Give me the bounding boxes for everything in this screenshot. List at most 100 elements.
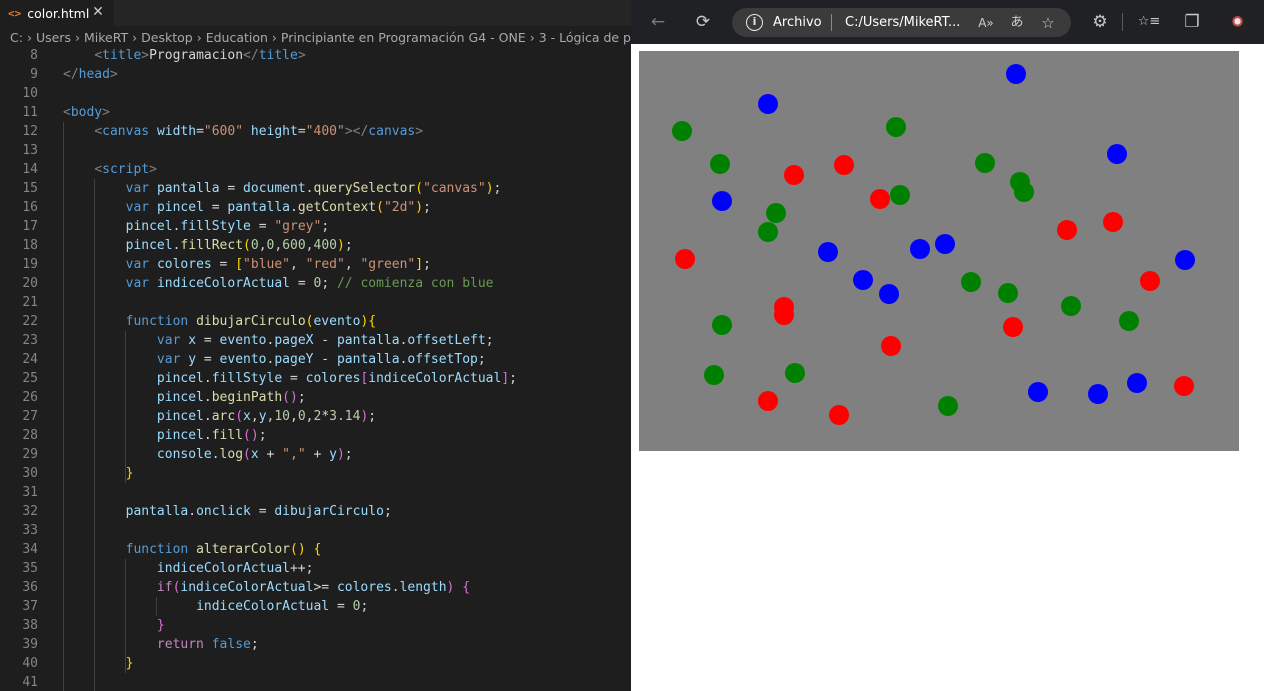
code-token: pincel <box>156 200 204 215</box>
collections-icon[interactable]: ❐ <box>1179 9 1205 35</box>
breadcrumb-item[interactable]: Education <box>206 30 268 45</box>
circle-green <box>766 203 786 223</box>
circle-blue <box>910 239 930 259</box>
code-token: < <box>63 105 71 120</box>
code-token: ) <box>336 447 345 462</box>
breadcrumb-item[interactable]: Principiante en Programación G4 - ONE <box>281 30 526 45</box>
circle-red <box>829 405 849 425</box>
breadcrumb-item[interactable]: Desktop <box>141 30 193 45</box>
code-token: ( <box>235 409 244 424</box>
drawing-canvas[interactable] <box>639 51 1239 451</box>
code-text: console.log(x + "," + y); <box>63 445 353 464</box>
code-text: pincel.fillStyle = "grey"; <box>63 217 330 236</box>
code-text: var indiceColorActual = 0; // comienza c… <box>63 274 494 293</box>
tab-color-html[interactable]: <> color.html ✕ <box>0 0 114 26</box>
code-text: <script> <box>63 160 157 179</box>
circle-red <box>881 336 901 356</box>
translate-icon[interactable]: あ <box>1007 13 1027 33</box>
code-token: pantalla <box>125 504 189 519</box>
code-token: "blue" <box>243 257 291 272</box>
code-token: ; <box>258 428 267 443</box>
code-token: "grey" <box>274 219 322 234</box>
circle-red <box>1003 317 1023 337</box>
code-line[interactable]: 10 <box>0 84 631 103</box>
code-token: = <box>282 371 306 386</box>
code-token: document <box>243 181 306 196</box>
code-token: "600" <box>203 124 244 139</box>
code-token: canvas <box>368 124 416 139</box>
tab-title: color.html <box>27 5 90 21</box>
code-token: () <box>243 428 259 443</box>
line-number: 37 <box>22 599 38 614</box>
code-line[interactable]: 12 <canvas width="600" height="400"></ca… <box>0 122 631 141</box>
code-token: indiceColorActual <box>156 561 290 576</box>
code-token: 0 <box>297 409 306 424</box>
circle-red <box>774 305 794 325</box>
code-token: title <box>102 48 142 63</box>
code-token: pantalla <box>336 333 400 348</box>
code-text: } <box>63 654 134 673</box>
code-token: . <box>203 428 212 443</box>
address-bar[interactable]: i Archivo C:/Users/MikeRT... A» あ ☆ <box>732 8 1071 37</box>
code-token: pincel <box>156 371 204 386</box>
code-token: 0 <box>250 238 259 253</box>
code-line[interactable]: 13 <box>0 141 631 160</box>
code-token: var <box>156 333 181 348</box>
url-text[interactable]: C:/Users/MikeRT... <box>845 15 960 30</box>
breadcrumb-item[interactable]: 3 - Lógica de progr <box>539 30 631 45</box>
line-number: 29 <box>22 447 38 462</box>
back-icon[interactable]: ← <box>645 9 671 35</box>
favorites-icon[interactable]: ☆≡ <box>1134 9 1164 35</box>
breadcrumb-item[interactable]: Users <box>36 30 71 45</box>
code-token: "400" <box>305 124 345 139</box>
close-icon[interactable]: ✕ <box>90 4 106 20</box>
code-line[interactable]: 8 <title>Programacion</title> <box>0 46 631 65</box>
circle-blue <box>1088 384 1108 404</box>
code-line[interactable]: 11 <body> <box>0 103 631 122</box>
circle-red <box>1140 271 1160 291</box>
code-text: pantalla.onclick = dibujarCirculo; <box>63 502 392 521</box>
code-token: 10 <box>274 409 290 424</box>
code-token: ; <box>344 447 353 462</box>
add-favorite-icon[interactable]: ☆ <box>1038 13 1058 33</box>
profile-avatar[interactable] <box>1226 11 1249 34</box>
info-icon[interactable]: i <box>746 14 763 31</box>
code-text: indiceColorActual = 0; <box>63 597 368 616</box>
circle-green <box>975 153 995 173</box>
code-area[interactable]: 8 <title>Programacion</title> 9 </head> 10 1… <box>0 46 631 691</box>
line-number: 34 <box>22 542 38 557</box>
code-editor: <> color.html ✕ C: › Users › MikeRT › Desktop ›… <box>0 0 631 691</box>
read-aloud-icon[interactable]: A» <box>976 13 996 33</box>
code-token: < <box>94 162 103 177</box>
code-token: pantalla <box>227 200 291 215</box>
browser-window: ← ⟳ i Archivo C:/Users/MikeRT... A» あ ☆ … <box>631 0 1264 691</box>
code-line[interactable]: 9 </head> <box>0 65 631 84</box>
refresh-icon[interactable]: ⟳ <box>690 9 716 35</box>
html-file-icon: <> <box>8 6 22 20</box>
breadcrumb-item[interactable]: C: <box>10 30 23 45</box>
code-line[interactable]: 14 <script> <box>0 160 631 179</box>
line-number: 24 <box>22 352 38 367</box>
code-token: < <box>94 124 103 139</box>
code-token: y <box>329 447 337 462</box>
code-token: width <box>156 124 197 139</box>
code-text: var y = evento.pageY - pantalla.offsetTo… <box>63 350 486 369</box>
circle-red <box>870 189 890 209</box>
extensions-icon[interactable]: ⚙ <box>1087 9 1113 35</box>
code-token: + <box>258 447 283 462</box>
code-token: dibujarCirculo <box>274 504 384 519</box>
breadcrumb-separator: › <box>26 29 32 45</box>
indent-guide <box>63 122 64 691</box>
canvas-svg[interactable] <box>639 51 1239 451</box>
code-token: colores <box>305 371 361 386</box>
code-token: ( <box>415 181 424 196</box>
code-token: } <box>125 656 134 671</box>
line-number: 21 <box>22 295 38 310</box>
code-token: = <box>290 276 314 291</box>
breadcrumb-item[interactable]: MikeRT <box>84 30 128 45</box>
code-token: colores <box>336 580 392 595</box>
code-token: ; <box>344 238 353 253</box>
